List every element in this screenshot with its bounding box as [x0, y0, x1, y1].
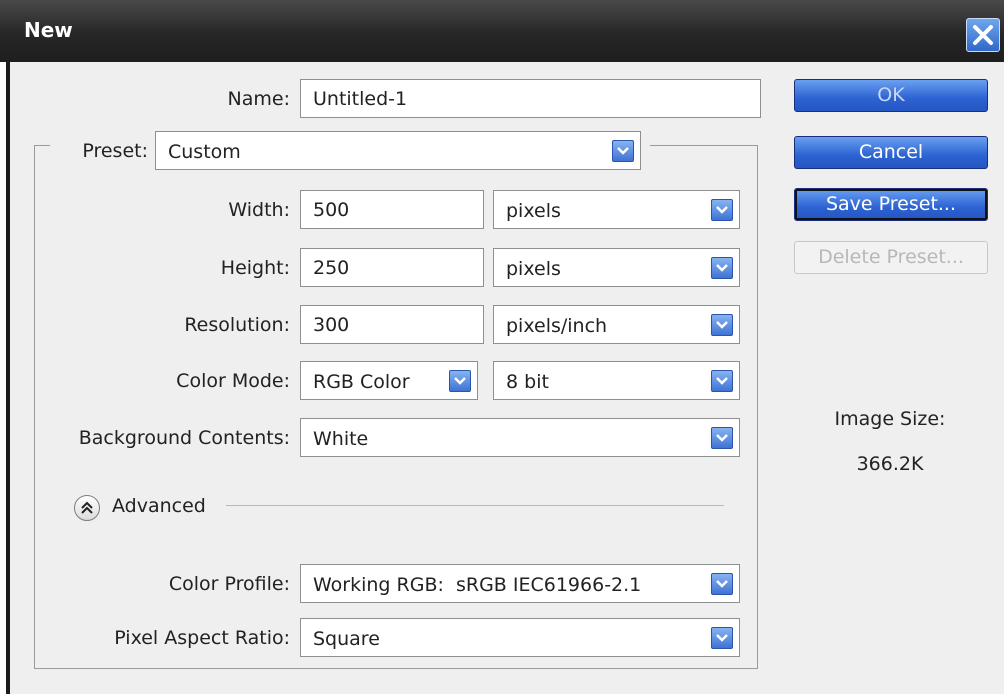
bit-depth-select[interactable]: 8 bit	[493, 361, 740, 400]
preset-label: Preset:	[82, 140, 148, 162]
pixel-aspect-ratio-value: Square	[313, 628, 380, 650]
color-profile-select[interactable]: Working RGB: sRGB IEC61966-2.1	[300, 564, 740, 603]
color-mode-select[interactable]: RGB Color	[300, 361, 478, 400]
chevron-down-icon	[711, 627, 733, 649]
chevron-down-icon	[711, 370, 733, 392]
width-unit-select[interactable]: pixels	[493, 190, 740, 229]
height-label: Height:	[220, 257, 290, 279]
resolution-label: Resolution:	[184, 314, 290, 336]
background-contents-value: White	[313, 428, 369, 450]
image-size-value: 366.2K	[856, 453, 924, 475]
width-input[interactable]: 500	[300, 190, 484, 229]
pixel-aspect-ratio-label: Pixel Aspect Ratio:	[114, 627, 290, 649]
window-title: New	[24, 18, 73, 42]
name-label: Name:	[227, 88, 290, 110]
height-input[interactable]: 250	[300, 248, 484, 287]
background-contents-select[interactable]: White	[300, 418, 740, 457]
width-label: Width:	[228, 199, 290, 221]
color-profile-value: Working RGB: sRGB IEC61966-2.1	[313, 574, 642, 596]
save-preset-button[interactable]: Save Preset...	[794, 188, 988, 221]
resolution-unit-value: pixels/inch	[506, 315, 608, 337]
chevron-down-icon	[711, 314, 733, 336]
chevron-down-icon	[711, 199, 733, 221]
chevron-down-icon	[449, 370, 471, 392]
chevron-down-icon	[711, 427, 733, 449]
pixel-aspect-ratio-select[interactable]: Square	[300, 618, 740, 657]
resolution-input[interactable]: 300	[300, 305, 484, 344]
double-chevron-up-icon	[81, 501, 93, 514]
image-size-label: Image Size:	[834, 408, 946, 430]
ok-button[interactable]: OK	[794, 79, 988, 112]
color-mode-label: Color Mode:	[176, 370, 290, 392]
cancel-button[interactable]: Cancel	[794, 136, 988, 169]
chevron-down-icon	[711, 257, 733, 279]
title-bar: New	[0, 0, 1004, 62]
chevron-down-icon	[612, 140, 634, 162]
close-icon	[973, 25, 993, 45]
color-profile-label: Color Profile:	[168, 573, 290, 595]
advanced-divider	[226, 505, 724, 506]
bit-depth-value: 8 bit	[506, 371, 549, 393]
preset-select[interactable]: Custom	[155, 131, 641, 170]
width-unit-value: pixels	[506, 200, 561, 222]
height-unit-select[interactable]: pixels	[493, 248, 740, 287]
advanced-label: Advanced	[112, 495, 206, 517]
chevron-down-icon	[711, 573, 733, 595]
close-button[interactable]	[966, 18, 1000, 52]
preset-value: Custom	[168, 141, 241, 163]
height-unit-value: pixels	[506, 258, 561, 280]
advanced-toggle-button[interactable]	[74, 495, 100, 521]
color-mode-value: RGB Color	[313, 371, 410, 393]
resolution-unit-select[interactable]: pixels/inch	[493, 305, 740, 344]
background-contents-label: Background Contents:	[78, 427, 290, 449]
name-input[interactable]: Untitled-1	[300, 79, 761, 118]
delete-preset-button[interactable]: Delete Preset...	[794, 241, 988, 274]
